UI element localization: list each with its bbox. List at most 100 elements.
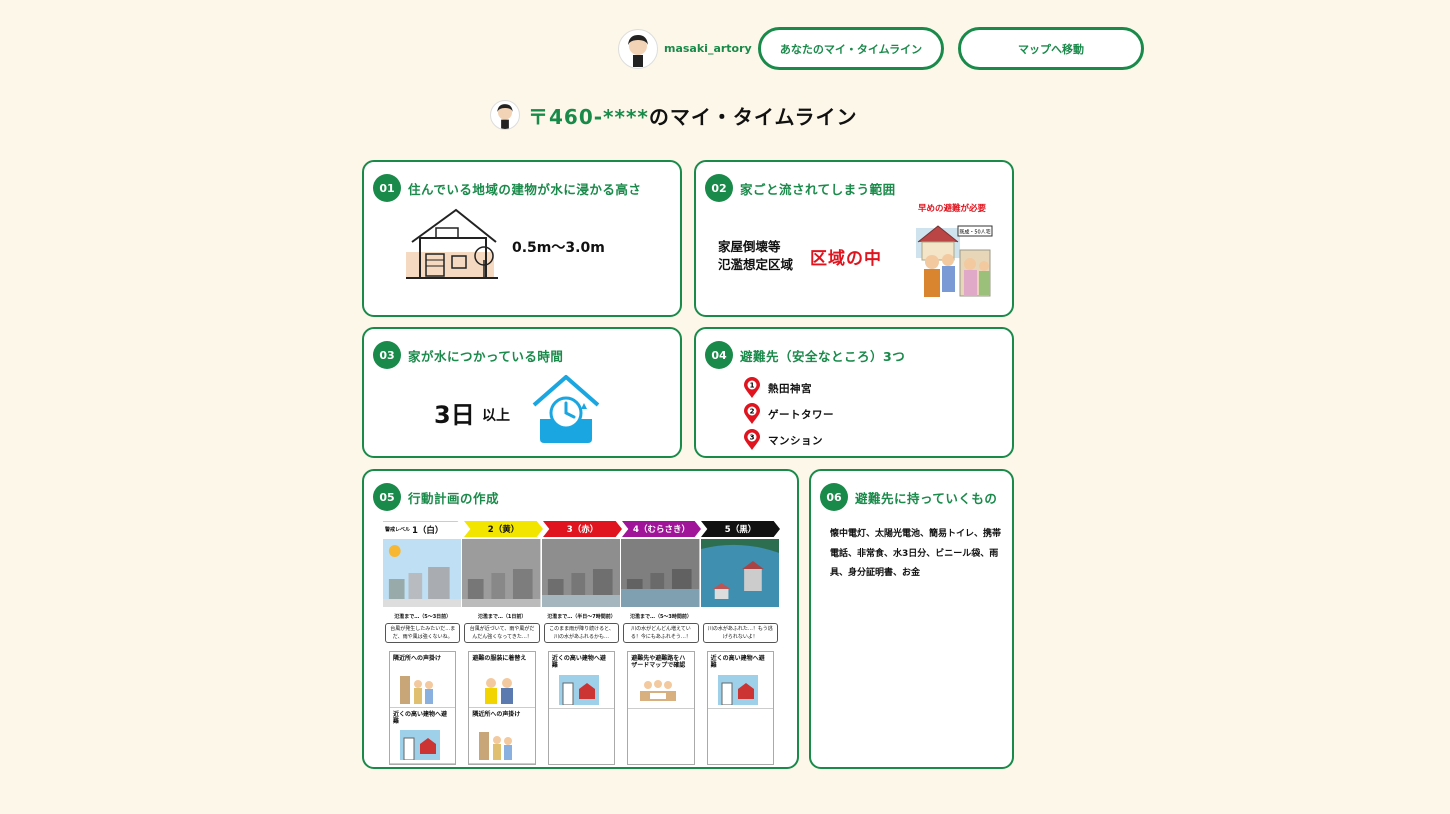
card-collapse-zone: 02 家ごと流されてしまう範囲 家屋倒壊等 氾濫想定区域 区域の中 早めの避難が… [694, 160, 1014, 317]
scene-cloudy [462, 539, 542, 607]
level-1: 警戒レベル 1（白） [383, 521, 464, 537]
card-header: 04 避難先（安全なところ）3つ [705, 341, 905, 369]
action-label: 近くの高い建物へ避難 [710, 655, 765, 669]
scene-heavy-rain [621, 539, 701, 607]
neighbors-illustration [479, 732, 513, 760]
shelter-list: 1 熱田神宮 2 ゲートタワー 3 マンション [743, 375, 834, 453]
action-card[interactable]: 隣近所への声掛け [390, 652, 456, 708]
shelter-item: 3 マンション [743, 427, 834, 453]
action-card[interactable]: 隣近所への声掛け [469, 708, 535, 764]
action-label: 避難の服装に着替え [472, 655, 527, 662]
high-building-illustration [558, 675, 599, 705]
time-before-flood-row: 氾濫まで…（5〜3日前） 氾濫まで…（1日前） 氾濫まで…（半日〜7時間前） 氾… [383, 613, 780, 620]
high-building-illustration [717, 675, 758, 705]
action-column: 近くの高い建物へ避難 [547, 651, 616, 765]
action-column: 避難先や避難路をハザードマップで確認 [627, 651, 695, 765]
card-flood-height: 01 住んでいる地域の建物が水に浸かる高さ 0.5m〜3.0m [362, 160, 682, 317]
map-button[interactable]: マップへ移動 [958, 27, 1144, 70]
page-title: 〒460-****のマイ・タイムライン [490, 99, 858, 131]
time-before-flood: 氾濫まで…（5〜3時間前） [629, 614, 692, 620]
card-number: 01 [373, 174, 401, 202]
card-number: 04 [705, 341, 733, 369]
level-4: 4（むらさき） [622, 521, 701, 537]
raincoat-illustration [485, 678, 514, 704]
shelter-name: ゲートタワー [768, 408, 834, 421]
action-card[interactable]: 近くの高い建物へ避難 [707, 652, 774, 709]
page-title-text: 〒460-****のマイ・タイムライン [528, 101, 858, 130]
card-header: 01 住んでいる地域の建物が水に浸かる高さ [373, 174, 641, 202]
action-column: 避難の服装に着替え 隣近所への声掛け [468, 651, 536, 765]
level-label: 1（白） [412, 525, 444, 536]
shelter-name: 熱田神宮 [768, 382, 812, 395]
action-label: 避難先や避難路をハザードマップで確認 [631, 655, 686, 669]
action-column: 近くの高い建物へ避難 [706, 651, 775, 765]
card-header: 05 行動計画の作成 [373, 483, 499, 511]
shelter-item: 2 ゲートタワー [743, 401, 834, 427]
level-label: 4（むらさき） [633, 525, 690, 535]
top-bar: masaki_artory あなたのマイ・タイムライン マップへ移動 [618, 27, 1144, 70]
high-building-illustration [400, 730, 440, 760]
map-pin-icon: 2 [744, 403, 760, 424]
scene-rain [541, 539, 622, 607]
card-title: 家が水につかっている時間 [408, 348, 564, 364]
my-timeline-button[interactable]: あなたのマイ・タイムライン [758, 27, 944, 70]
house-icon [406, 208, 498, 279]
action-card[interactable]: 近くの高い建物へ避難 [548, 652, 615, 709]
card-header: 06 避難先に持っていくもの [820, 483, 997, 511]
zip-code: 〒460-**** [528, 104, 649, 129]
situation-bubble: 川の水があふれた…！もう逃げられないよ！ [702, 623, 779, 643]
level-label: 2（黄） [487, 525, 520, 535]
situation-bubble: 台風が近づいて、雨や風がだんだん強くなってきた…！ [464, 623, 540, 643]
user-avatar[interactable] [618, 28, 658, 69]
action-column: 隣近所への声掛け 近くの高い建物へ避難 [389, 651, 457, 765]
username: masaki_artory [664, 42, 752, 55]
level-2: 2（黄） [464, 521, 543, 537]
duration-value: 3日 [434, 401, 475, 429]
pin-number: 3 [750, 434, 755, 442]
alert-timeline: 警戒レベル 1（白） 2（黄） 3（赤） 4（むらさき） 5（黒） 氾濫まで…（… [383, 521, 781, 765]
action-label: 近くの高い建物へ避難 [551, 655, 606, 669]
action-card[interactable]: 近くの高い建物へ避難 [390, 708, 456, 764]
time-before-flood: 氾濫まで…（半日〜7時間前） [547, 614, 616, 620]
card-number: 06 [820, 483, 848, 511]
map-pin-icon: 3 [744, 429, 760, 450]
zone-label-line1: 家屋倒壊等 [718, 239, 781, 254]
level-label: 5（黒） [724, 525, 757, 535]
situation-bubble: 川の水がどんどん増えている！今にもあふれそう…！ [623, 623, 699, 643]
situation-bubble: 台風が発生したみたいだ…まだ、雨や風は強くないね。 [385, 623, 461, 643]
title-suffix: のマイ・タイムライン [648, 104, 858, 129]
card-number: 02 [705, 174, 733, 202]
card-header: 03 家が水につかっている時間 [373, 341, 563, 369]
time-before-flood: 氾濫まで…（1日前） [477, 614, 527, 620]
zone-value: 区域の中 [810, 249, 882, 269]
weather-scenes [383, 539, 781, 607]
card-title: 行動計画の作成 [408, 490, 500, 506]
action-label: 近くの高い建物へ避難 [393, 711, 448, 725]
duration-unit: 以上 [482, 408, 510, 424]
time-before-flood [701, 613, 780, 620]
action-card[interactable]: 避難先や避難路をハザードマップで確認 [628, 652, 694, 709]
flood-height-value: 0.5m〜3.0m [512, 240, 605, 256]
card-title: 避難先（安全なところ）3つ [740, 348, 906, 364]
shelter-item: 1 熱田神宮 [743, 375, 834, 401]
card-shelters: 04 避難先（安全なところ）3つ 1 熱田神宮 2 ゲートタワー 3 マンション [694, 327, 1014, 458]
zone-label-line2: 氾濫想定区域 [718, 257, 794, 272]
action-card[interactable]: 避難の服装に着替え [469, 652, 535, 708]
card-number: 05 [373, 483, 401, 511]
action-row: 隣近所への声掛け 近くの高い建物へ避難 避難の服装に着替え 隣近所への声掛け 近… [383, 651, 780, 765]
card-title: 住んでいる地域の建物が水に浸かる高さ [408, 181, 642, 197]
situation-bubble: このまま雨が降り続けると、川の水があふれるかも… [543, 623, 620, 643]
neighbors-illustration [400, 676, 433, 704]
card-action-plan: 05 行動計画の作成 警戒レベル 1（白） 2（黄） 3（赤） 4（むらさき） 5… [362, 469, 799, 769]
evac-sign: 既成・50人宅 [959, 229, 990, 236]
situation-row: 台風が発生したみたいだ…まだ、雨や風は強くないね。 台風が近づいて、雨や風がだん… [383, 623, 780, 643]
family-map-illustration [640, 680, 677, 701]
evacuation-illustration: 既成・50人宅 [916, 225, 993, 297]
card-flood-duration: 03 家が水につかっている時間 3日 以上 [362, 327, 682, 458]
action-label: 隣近所への声掛け [472, 711, 521, 718]
card-title: 家ごと流されてしまう範囲 [740, 181, 896, 197]
zone-label: 家屋倒壊等 氾濫想定区域 [718, 238, 793, 274]
avatar-icon [497, 104, 513, 129]
level-3: 3（赤） [543, 521, 622, 537]
level-label: 3（赤） [566, 525, 599, 535]
